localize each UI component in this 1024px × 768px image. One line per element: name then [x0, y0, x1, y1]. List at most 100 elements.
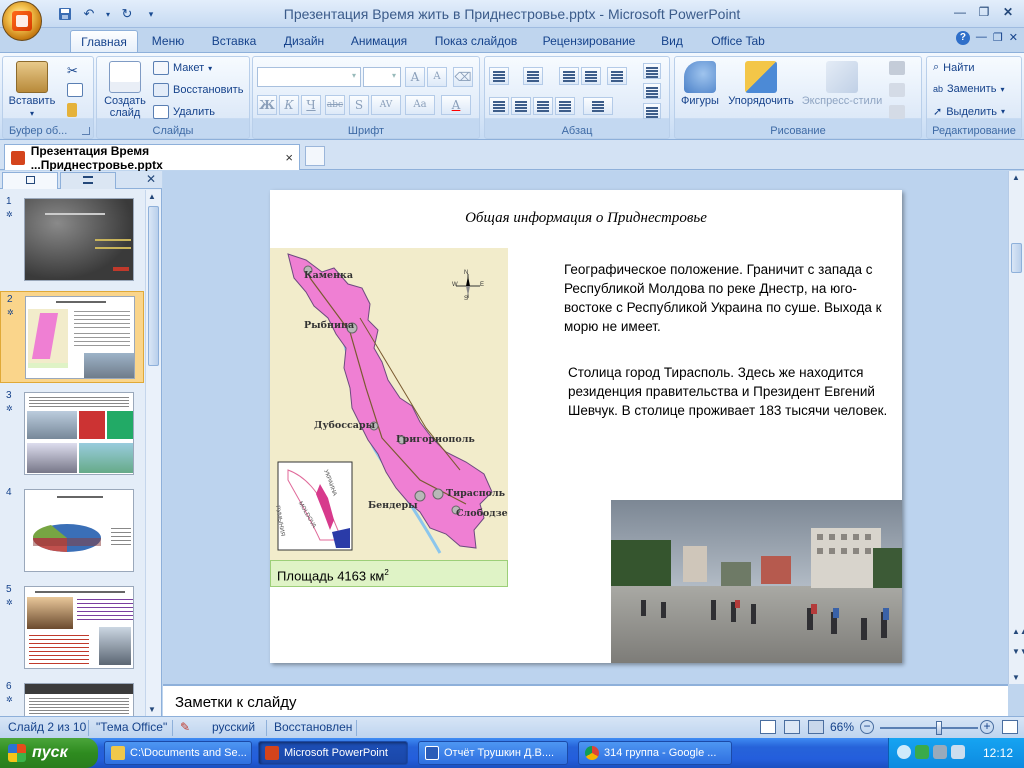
panel-scrollbar[interactable]: ▲ ▼	[145, 190, 161, 716]
bold-button[interactable]: Ж	[257, 95, 277, 115]
italic-button[interactable]: К	[279, 95, 299, 115]
underline-button[interactable]: Ч	[301, 95, 321, 115]
select-button[interactable]: ➚ Выделить ▾	[933, 105, 1005, 119]
pridnestrovie-map[interactable]: Каменка Рыбница Дубоссары Григориополь Б…	[270, 248, 508, 560]
tab-office-tab[interactable]: Office Tab	[704, 30, 772, 52]
font-family-combo[interactable]: ▾	[257, 67, 361, 87]
zoom-slider-thumb[interactable]	[935, 721, 942, 735]
area-caption[interactable]: Площадь 4163 км2	[270, 560, 508, 587]
shape-outline-button[interactable]	[889, 83, 905, 97]
layout-button[interactable]: Макет ▾	[153, 61, 212, 75]
capital-paragraph[interactable]: Столица город Тирасполь. Здесь же находи…	[568, 363, 898, 420]
undo-dropdown-icon[interactable]: ▾	[104, 5, 112, 23]
zoom-level[interactable]: 66%	[830, 720, 854, 734]
theme-name[interactable]: "Тема Office"	[96, 720, 167, 734]
delete-slide-button[interactable]: Удалить	[153, 105, 215, 119]
align-right-button[interactable]	[533, 97, 553, 115]
canvas-scrollbar[interactable]: ▲ ▲▲ ▼▼ ▼	[1008, 171, 1024, 684]
close-panel-icon[interactable]: ✕	[146, 172, 156, 186]
new-document-icon[interactable]	[305, 146, 325, 166]
office-button[interactable]	[2, 1, 42, 41]
font-color-button[interactable]: A	[441, 95, 471, 115]
align-center-button[interactable]	[511, 97, 531, 115]
replace-button[interactable]: ab Заменить ▾	[933, 83, 1004, 95]
scroll-up-icon[interactable]: ▲	[148, 192, 156, 201]
document-tab[interactable]: Презентация Время ...Приднестровье.pptx …	[4, 144, 300, 172]
slide[interactable]: Общая информация о Приднестровье Каменка…	[270, 190, 902, 663]
thumbnail-item[interactable]: 6 ✲	[0, 679, 144, 716]
tab-review[interactable]: Рецензирование	[538, 30, 640, 52]
normal-view-icon[interactable]	[760, 720, 776, 734]
justify-button[interactable]	[555, 97, 575, 115]
shapes-button[interactable]: Фигуры	[677, 61, 723, 107]
char-spacing-button[interactable]: AV	[371, 95, 401, 115]
change-case-button[interactable]: Aa	[405, 95, 435, 115]
copy-button[interactable]	[67, 83, 83, 97]
align-left-button[interactable]	[489, 97, 509, 115]
slide-sorter-icon[interactable]	[784, 720, 800, 734]
slideshow-icon[interactable]	[808, 720, 824, 734]
scroll-up-icon[interactable]: ▲	[1012, 173, 1020, 182]
format-painter-button[interactable]	[67, 103, 77, 117]
thumbnail-item[interactable]: 4	[0, 485, 144, 577]
quick-styles-button[interactable]: Экспресс-стили	[799, 61, 885, 107]
fit-to-window-icon[interactable]	[1002, 720, 1018, 734]
strikethrough-button[interactable]: abc	[325, 95, 345, 115]
undo-icon[interactable]: ↶	[80, 5, 98, 23]
thumbnail-item[interactable]: 1 ✲	[0, 194, 144, 286]
tab-design[interactable]: Дизайн	[278, 30, 330, 52]
clipboard-launcher-icon[interactable]	[82, 127, 90, 135]
scroll-down-icon[interactable]: ▼	[148, 705, 156, 714]
decrease-indent-button[interactable]	[559, 67, 579, 85]
find-button[interactable]: ⌕ Найти	[933, 61, 975, 74]
taskbar-explorer[interactable]: C:\Documents and Se...	[104, 741, 252, 765]
close-doc-icon[interactable]: ✕	[1009, 31, 1018, 45]
close-tab-icon[interactable]: ×	[285, 150, 293, 165]
smartart-button[interactable]	[643, 103, 661, 119]
tab-menu[interactable]: Меню	[146, 30, 190, 52]
restore-icon[interactable]: ❐	[972, 2, 996, 22]
text-direction-button[interactable]	[643, 63, 661, 79]
cut-button[interactable]: ✂	[67, 63, 78, 79]
spelling-icon[interactable]: ✎	[180, 720, 190, 734]
minimize-doc-icon[interactable]: —	[976, 31, 987, 45]
tab-home[interactable]: Главная	[70, 30, 138, 52]
thumbnail-item-selected[interactable]: 2 ✲	[0, 291, 144, 383]
scroll-thumb[interactable]	[1011, 243, 1022, 273]
align-text-button[interactable]	[643, 83, 661, 99]
redo-icon[interactable]: ↻	[118, 5, 136, 23]
thumbnail-item[interactable]: 3 ✲	[0, 388, 144, 480]
tray-volume-icon[interactable]	[951, 745, 965, 759]
arrange-button[interactable]: Упорядочить	[723, 61, 799, 107]
save-icon[interactable]	[56, 5, 74, 23]
language-indicator[interactable]: русский	[212, 720, 255, 734]
scroll-thumb[interactable]	[148, 206, 159, 366]
shrink-font-button[interactable]: A	[427, 67, 447, 87]
taskbar-powerpoint[interactable]: Microsoft PowerPoint	[258, 741, 408, 765]
thumbnail-item[interactable]: 5 ✲	[0, 582, 144, 674]
line-spacing-button[interactable]	[607, 67, 627, 85]
tab-animation[interactable]: Анимация	[346, 30, 412, 52]
slide-title[interactable]: Общая информация о Приднестровье	[270, 210, 902, 227]
numbering-button[interactable]	[523, 67, 543, 85]
tab-insert[interactable]: Вставка	[206, 30, 262, 52]
tray-security-icon[interactable]	[915, 745, 929, 759]
zoom-out-icon[interactable]: −	[860, 720, 874, 734]
zoom-in-icon[interactable]: +	[980, 720, 994, 734]
reset-button[interactable]: Восстановить	[153, 83, 243, 97]
font-size-combo[interactable]: ▾	[363, 67, 401, 87]
taskbar-chrome[interactable]: 314 группа - Google ...	[578, 741, 732, 765]
start-button[interactable]: пуск	[0, 738, 98, 768]
increase-indent-button[interactable]	[581, 67, 601, 85]
taskbar-word[interactable]: Отчёт Трушкин Д.В....	[418, 741, 568, 765]
bullets-button[interactable]	[489, 67, 509, 85]
columns-button[interactable]	[583, 97, 613, 115]
help-icon[interactable]: ?	[955, 31, 970, 45]
paste-button[interactable]: Вставить ▾	[7, 61, 57, 119]
next-slide-icon[interactable]: ▼▼	[1012, 647, 1024, 656]
tiraspol-street-photo[interactable]	[611, 500, 902, 663]
shadow-button[interactable]: S	[349, 95, 369, 115]
zoom-slider[interactable]	[880, 727, 978, 729]
tray-network-icon[interactable]	[933, 745, 947, 759]
clear-format-icon[interactable]: ⌫	[453, 67, 473, 87]
